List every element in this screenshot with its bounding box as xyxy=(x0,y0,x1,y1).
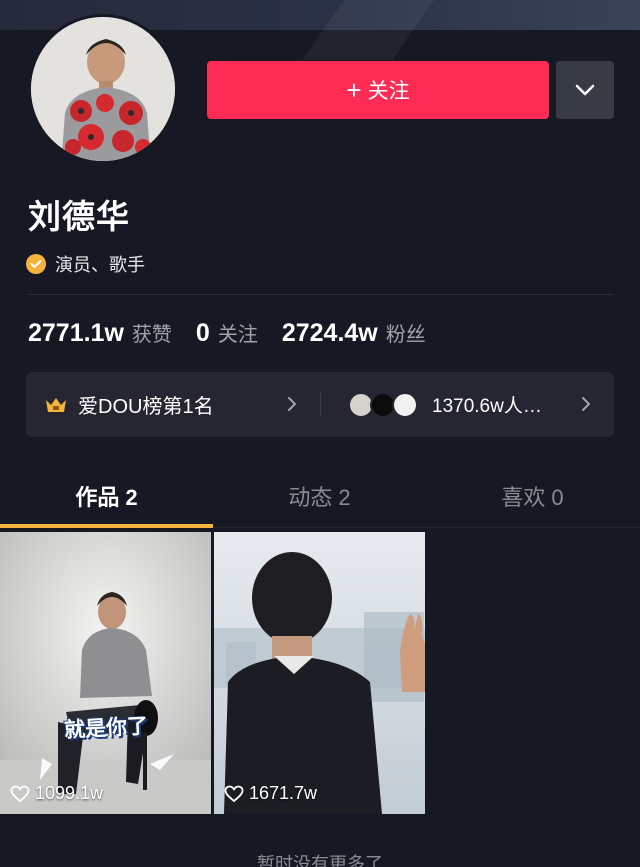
plus-icon: + xyxy=(346,75,362,105)
more-options-button[interactable] xyxy=(556,61,614,119)
card-separator xyxy=(320,392,321,417)
followers-label[interactable]: 粉丝 xyxy=(386,318,426,347)
profile-page: + 关注 刘德华 演员、歌手 2771.1w 获赞 0 关注 2724.4w 粉… xyxy=(0,0,640,867)
video-caption: 就是你了 xyxy=(63,714,149,743)
video-likes: 1099.1w xyxy=(10,783,103,804)
heart-icon xyxy=(10,785,30,802)
likes-count: 2771.1w xyxy=(28,319,124,347)
verification-text: 演员、歌手 xyxy=(55,255,145,275)
verified-icon xyxy=(26,254,46,274)
no-more-text: 暂时没有更多了 xyxy=(257,854,383,867)
following-label[interactable]: 关注 xyxy=(218,318,258,347)
stats-row: 2771.1w 获赞 0 关注 2724.4w 粉丝 xyxy=(28,318,450,348)
divider xyxy=(28,294,614,295)
verification-row: 演员、歌手 xyxy=(26,251,145,277)
chevron-right-icon xyxy=(582,397,590,411)
fan-group-entry[interactable]: 1370.6w人… xyxy=(348,372,542,437)
tab-activity[interactable]: 动态 2 xyxy=(213,464,426,528)
tab-indicator xyxy=(0,524,213,528)
heart-icon xyxy=(224,785,244,802)
likes-label: 获赞 xyxy=(131,324,172,346)
video-thumbnail[interactable]: 就是你了 1099.1w xyxy=(0,532,211,814)
rank-entry[interactable]: 爱DOU榜第1名 xyxy=(44,372,214,437)
fan-group-text: 1370.6w人… xyxy=(432,396,542,417)
follow-button[interactable]: + 关注 xyxy=(207,61,549,119)
chevron-right-icon xyxy=(288,397,296,411)
fan-avatar xyxy=(392,391,418,418)
tab-works[interactable]: 作品 2 xyxy=(0,464,213,528)
likes-count-label: 1099.1w xyxy=(35,783,104,803)
likes-count-label: 1671.7w xyxy=(249,783,318,803)
content-tabs: 作品 2 动态 2 喜欢 0 xyxy=(0,464,640,528)
rank-text: 爱DOU榜第1名 xyxy=(78,396,214,418)
video-thumbnail[interactable]: 1671.7w xyxy=(214,532,425,814)
fan-avatars xyxy=(348,391,422,418)
avatar[interactable] xyxy=(28,14,178,164)
profile-name: 刘德华 xyxy=(28,198,130,235)
chevron-down-icon xyxy=(575,84,595,96)
info-card: 爱DOU榜第1名 1370.6w人… xyxy=(26,372,614,437)
following-count[interactable]: 0 xyxy=(196,319,210,348)
crown-icon xyxy=(46,397,66,412)
video-likes: 1671.7w xyxy=(224,783,317,804)
follow-label: 关注 xyxy=(367,80,410,103)
followers-count[interactable]: 2724.4w xyxy=(282,319,378,348)
tab-likes[interactable]: 喜欢 0 xyxy=(426,464,639,528)
